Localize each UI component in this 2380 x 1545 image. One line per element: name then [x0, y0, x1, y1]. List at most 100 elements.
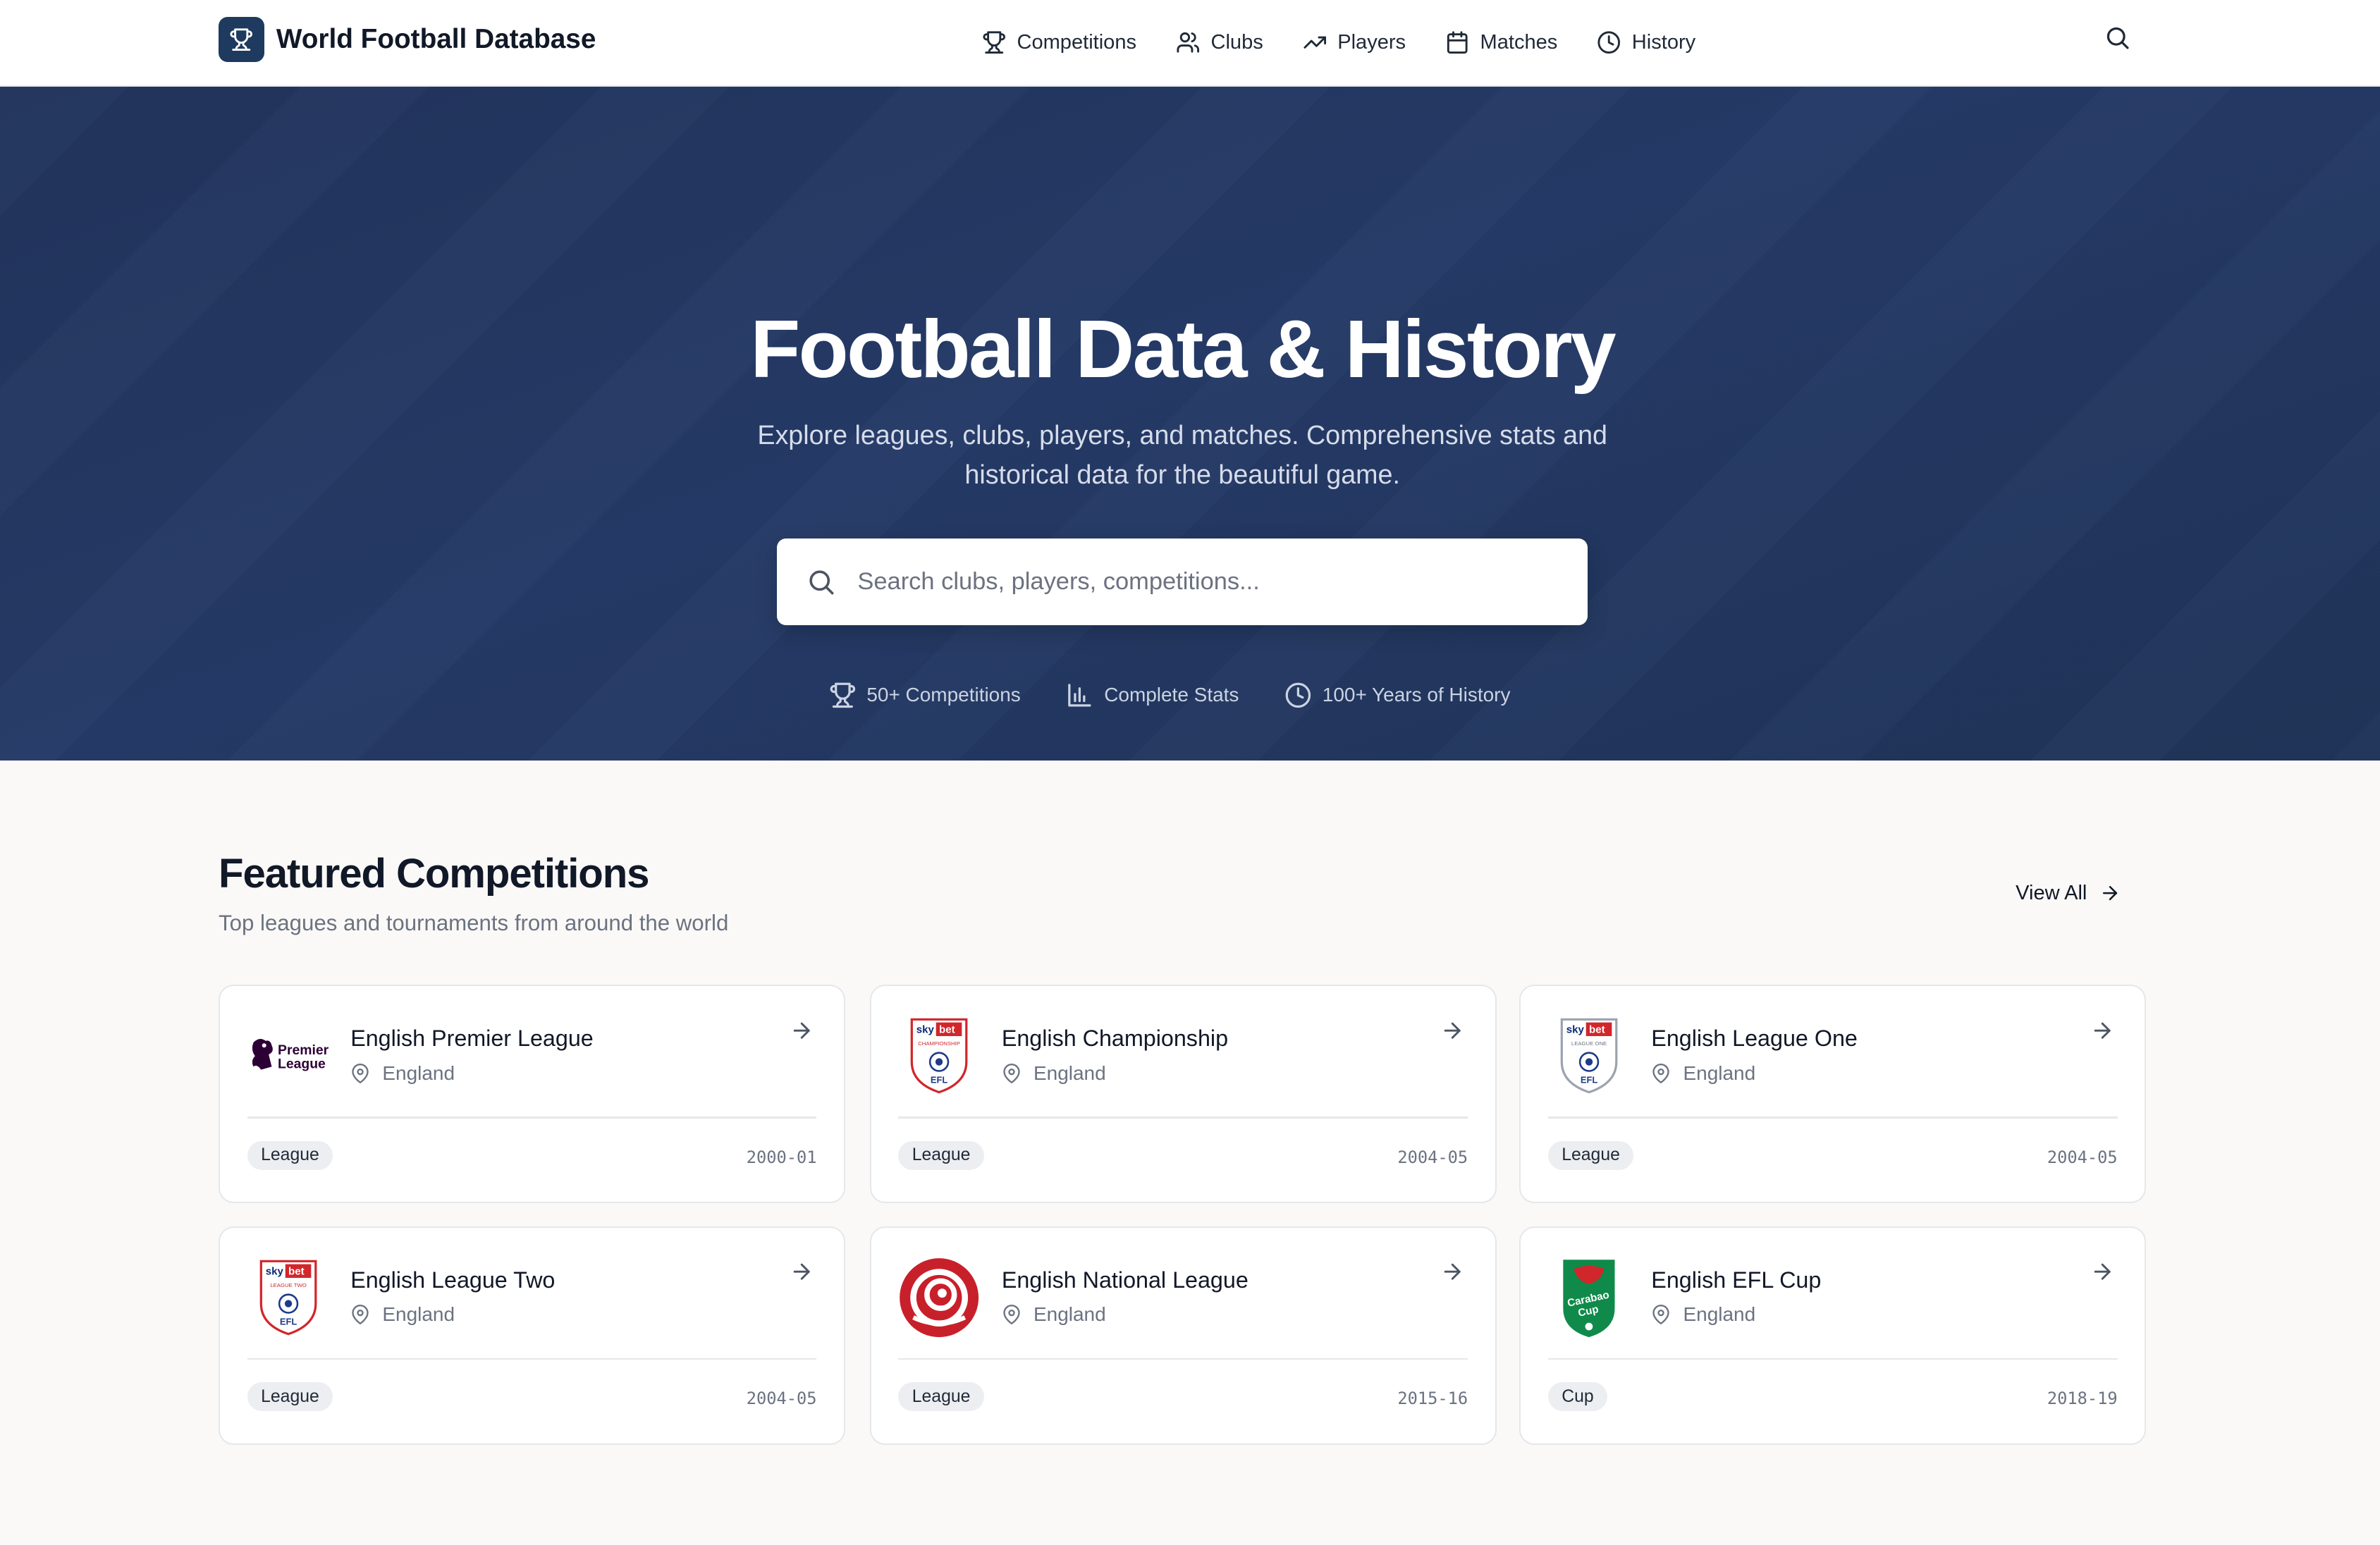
- competition-season: 2004-05: [746, 1388, 817, 1408]
- hero-subtitle: Explore leagues, clubs, players, and mat…: [757, 419, 1607, 489]
- trending-up-icon: [1304, 36, 1326, 49]
- country-label: England: [1033, 1303, 1106, 1326]
- svg-text:League: League: [278, 1057, 326, 1072]
- svg-text:LEAGUE TWO: LEAGUE TWO: [270, 1282, 306, 1288]
- card-divider: [898, 1116, 1468, 1119]
- competition-card[interactable]: English National League England League 2…: [869, 1226, 1497, 1445]
- nav-competitions[interactable]: Competitions: [982, 30, 1136, 54]
- hero-search-input[interactable]: [857, 568, 1556, 596]
- brand-title: World Football Database: [276, 23, 596, 54]
- nav-label: Clubs: [1210, 30, 1263, 54]
- card-divider: [1547, 1358, 2118, 1360]
- nav-label: Matches: [1480, 30, 1558, 54]
- hero-title: Football Data & History: [750, 303, 1617, 395]
- svg-text:EFL: EFL: [931, 1075, 947, 1085]
- svg-text:sky: sky: [916, 1024, 935, 1036]
- competition-country: England: [1651, 1303, 1755, 1326]
- search-icon: [809, 570, 834, 595]
- map-pin-icon: [352, 1064, 369, 1083]
- svg-text:sky: sky: [266, 1265, 284, 1277]
- card-divider: [247, 1358, 817, 1360]
- competition-type-badge: League: [898, 1140, 984, 1170]
- feature-label: 50+ Competitions: [866, 684, 1021, 706]
- competition-type-badge: League: [898, 1382, 984, 1412]
- nav-label: Players: [1337, 30, 1406, 54]
- page: World Football Database Competitions Clu…: [0, 0, 2380, 1545]
- nav-matches[interactable]: Matches: [1445, 30, 1557, 54]
- competition-card[interactable]: sky bet LEAGUE TWO EFL English League Tw…: [219, 1226, 846, 1445]
- trophy-icon: [830, 682, 855, 708]
- svg-text:EFL: EFL: [1581, 1075, 1597, 1085]
- premier-league-logo: Premier League: [247, 1014, 329, 1099]
- arrow-right-icon: [2094, 1263, 2111, 1280]
- map-pin-icon: [1003, 1064, 1020, 1083]
- competition-type-badge: League: [247, 1140, 333, 1170]
- map-pin-icon: [1652, 1064, 1669, 1083]
- competition-name: English League One: [1651, 1026, 1858, 1052]
- svg-text:bet: bet: [288, 1265, 305, 1277]
- section-title: Featured Competitions: [219, 850, 649, 897]
- calendar-icon: [1447, 31, 1468, 54]
- svg-text:sky: sky: [1566, 1024, 1585, 1036]
- national-league-logo: [898, 1255, 980, 1340]
- competition-season: 2000-01: [746, 1147, 817, 1167]
- svg-text:LEAGUE ONE: LEAGUE ONE: [1571, 1040, 1607, 1047]
- competition-country: England: [350, 1303, 455, 1326]
- trophy-logo-icon: [219, 16, 264, 63]
- arrow-right-icon: [2102, 886, 2117, 901]
- competition-card[interactable]: sky bet CHAMPIONSHIP EFL English Champio…: [869, 985, 1497, 1204]
- efl-league-one-logo: sky bet LEAGUE ONE EFL: [1548, 1014, 1630, 1099]
- competition-name: English EFL Cup: [1651, 1267, 1822, 1293]
- arrow-right-icon: [793, 1022, 810, 1039]
- hero-section: Football Data & History Explore leagues,…: [0, 86, 2380, 761]
- brand[interactable]: World Football Database: [219, 16, 596, 63]
- svg-text:EFL: EFL: [280, 1316, 297, 1327]
- carabao-cup-logo: Carabao Cup: [1548, 1255, 1630, 1340]
- competition-country: England: [350, 1062, 455, 1085]
- nav-players[interactable]: Players: [1303, 30, 1406, 54]
- competition-type-badge: League: [1547, 1140, 1634, 1170]
- competition-card[interactable]: Carabao Cup English EFL Cup England Cup …: [1519, 1226, 2147, 1445]
- competition-name: English National League: [1001, 1267, 1249, 1293]
- nav-label: History: [1631, 30, 1696, 54]
- nav-label: Competitions: [1017, 30, 1137, 54]
- country-label: England: [382, 1061, 455, 1084]
- top-navbar: World Football Database Competitions Clu…: [0, 0, 2380, 87]
- section-subtitle: Top leagues and tournaments from around …: [219, 910, 729, 935]
- competition-season: 2018-19: [2047, 1388, 2118, 1408]
- header-search-button[interactable]: [2104, 24, 2131, 58]
- competition-card[interactable]: sky bet LEAGUE ONE EFL English League On…: [1519, 985, 2147, 1204]
- country-label: England: [382, 1303, 455, 1326]
- arrow-right-icon: [793, 1263, 810, 1280]
- feature-competitions: 50+ Competitions: [829, 682, 1021, 709]
- competition-name: English League Two: [350, 1267, 556, 1293]
- card-divider: [247, 1116, 817, 1119]
- svg-text:bet: bet: [1589, 1024, 1605, 1036]
- view-all-label: View All: [2016, 881, 2087, 904]
- trophy-icon: [983, 31, 1005, 54]
- users-icon: [1177, 32, 1199, 53]
- feature-history: 100+ Years of History: [1284, 682, 1510, 709]
- competition-name: English Premier League: [350, 1026, 594, 1052]
- feature-stats: Complete Stats: [1066, 682, 1239, 709]
- country-label: England: [1683, 1303, 1756, 1326]
- competition-season: 2015-16: [1397, 1388, 1468, 1408]
- clock-icon: [1597, 31, 1621, 54]
- nav-history[interactable]: History: [1597, 30, 1695, 54]
- card-divider: [1547, 1116, 2118, 1119]
- view-all-link[interactable]: View All: [2016, 882, 2121, 905]
- feature-label: 100+ Years of History: [1322, 684, 1511, 706]
- efl-league-two-logo: sky bet LEAGUE TWO EFL: [247, 1255, 329, 1340]
- map-pin-icon: [1003, 1305, 1020, 1325]
- competition-type-badge: Cup: [1547, 1382, 1608, 1412]
- hero-search-box[interactable]: [777, 538, 1588, 626]
- svg-text:bet: bet: [940, 1024, 956, 1036]
- competition-country: England: [1002, 1303, 1106, 1326]
- arrow-right-icon: [2094, 1022, 2111, 1039]
- competition-country: England: [1002, 1062, 1106, 1085]
- card-divider: [898, 1358, 1468, 1360]
- nav-clubs[interactable]: Clubs: [1176, 30, 1263, 54]
- hero-features: 50+ Competitions Complete Stats 100+ Yea…: [829, 682, 1557, 709]
- competition-card[interactable]: Premier League English Premier League En…: [219, 985, 846, 1204]
- efl-championship-logo: sky bet CHAMPIONSHIP EFL: [898, 1014, 980, 1099]
